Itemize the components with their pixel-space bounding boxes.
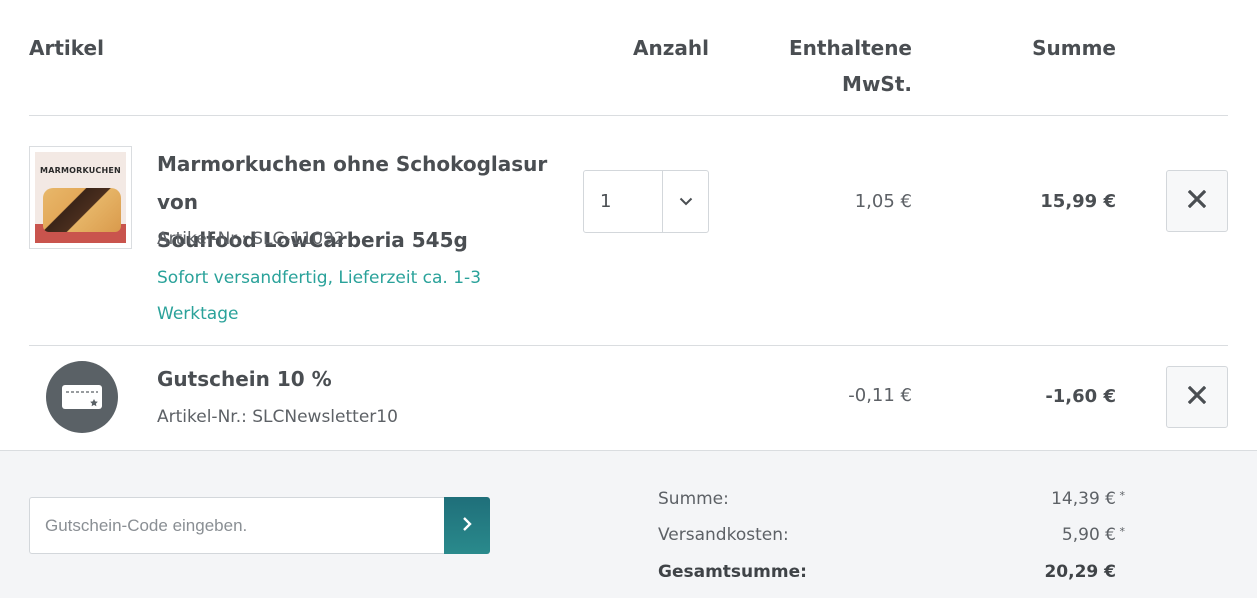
- header-divider: [29, 115, 1228, 116]
- voucher-card-icon: [46, 361, 118, 433]
- voucher-tax: -0,11 €: [848, 385, 912, 406]
- chevron-down-icon[interactable]: [662, 171, 708, 232]
- cart-footer: Summe: 14,39 €* Versandkosten: 5,90 €* G…: [0, 450, 1257, 598]
- cart-table-header: Artikel Anzahl Enthaltene MwSt. Summe: [0, 0, 1257, 116]
- voucher-sku: Artikel-Nr.: SLCNewsletter10: [157, 407, 398, 427]
- delivery-status-line2: Werktage: [157, 304, 239, 324]
- product-tax: 1,05 €: [854, 191, 912, 212]
- remove-product-button[interactable]: [1166, 170, 1228, 232]
- quantity-value: 1: [600, 191, 612, 212]
- row-divider: [29, 345, 1228, 346]
- remove-voucher-button[interactable]: [1166, 366, 1228, 428]
- product-image-cake: [43, 188, 121, 232]
- product-sum: 15,99 €: [1040, 191, 1116, 212]
- cart-page: Artikel Anzahl Enthaltene MwSt. Summe MA…: [0, 0, 1257, 598]
- shipping-label: Versandkosten:: [658, 525, 789, 545]
- close-icon: [1187, 189, 1207, 212]
- column-header-quantity: Anzahl: [633, 36, 709, 60]
- close-icon: [1187, 385, 1207, 408]
- column-header-sum: Summe: [1032, 36, 1116, 60]
- voucher-sum: -1,60 €: [1045, 386, 1116, 407]
- column-header-tax: Enthaltene MwSt.: [760, 30, 912, 102]
- shipping-value: 5,90 € *: [960, 520, 1125, 550]
- delivery-status-line1: Sofort versandfertig, Lieferzeit ca. 1-3: [157, 268, 482, 288]
- column-header-tax-line1: Enthaltene: [789, 36, 912, 60]
- subtotal-value: 14,39 € *: [960, 484, 1125, 514]
- product-name-line1: Marmorkuchen ohne Schokoglasur von: [157, 152, 548, 214]
- product-image-title: MARMORKUCHEN: [40, 166, 121, 175]
- product-sku: Artikel-Nr.: SLC-11092: [157, 229, 345, 249]
- subtotal-amount: 14,39 €: [1051, 489, 1116, 509]
- shipping-asterisk: *: [1119, 525, 1126, 538]
- grand-total-label: Gesamtsumme:: [658, 562, 807, 582]
- column-header-tax-line2: MwSt.: [842, 72, 912, 96]
- chevron-right-icon: [462, 516, 472, 536]
- quantity-select[interactable]: 1: [583, 170, 709, 233]
- voucher-name: Gutschein 10 %: [157, 367, 332, 391]
- shipping-amount: 5,90 €: [1061, 525, 1116, 545]
- grand-total-value: 20,29 €: [1044, 562, 1116, 582]
- product-thumbnail[interactable]: MARMORKUCHEN: [29, 146, 132, 249]
- delivery-status: Sofort versandfertig, Lieferzeit ca. 1-3…: [157, 260, 537, 332]
- column-header-article: Artikel: [29, 36, 104, 60]
- product-image: MARMORKUCHEN: [35, 152, 126, 243]
- subtotal-label: Summe:: [658, 489, 729, 509]
- voucher-code-input[interactable]: [29, 497, 445, 554]
- subtotal-asterisk: *: [1119, 489, 1126, 502]
- voucher-submit-button[interactable]: [444, 497, 490, 554]
